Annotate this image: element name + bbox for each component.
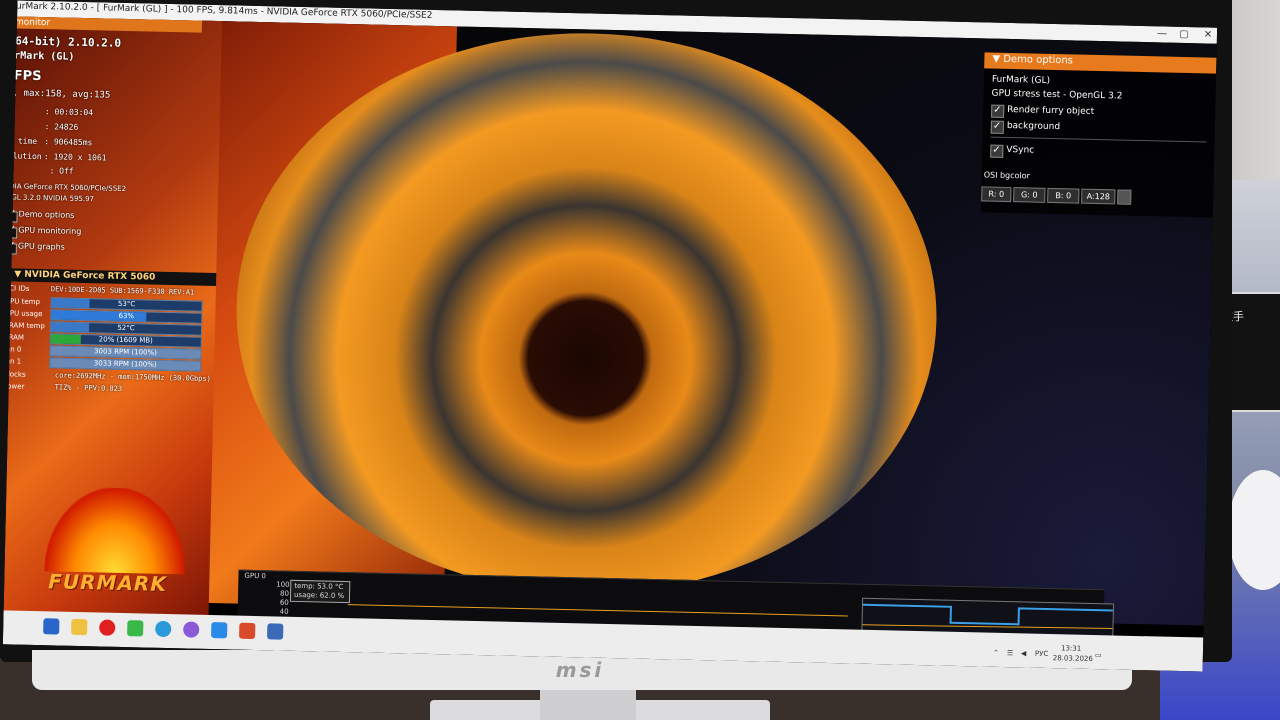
- volume-icon[interactable]: ◀: [1021, 649, 1027, 657]
- app-version: (64-bit) 2.10.2.0: [8, 34, 122, 50]
- osi-bgcolor-r-field[interactable]: R: 0: [981, 186, 1012, 203]
- tray-language[interactable]: РУС: [1035, 650, 1049, 658]
- gpu-graph-y-tick: 100: [276, 580, 290, 589]
- furmark-taskbar-icon[interactable]: [239, 622, 256, 640]
- gpu-graph-y-tick: 60: [279, 598, 289, 607]
- check-icon: ✓: [992, 120, 1002, 132]
- vsync-value: : Off: [49, 166, 74, 176]
- check-icon: ✓: [992, 144, 1001, 156]
- osi-bgcolor-g-field[interactable]: G: 0: [1013, 187, 1046, 203]
- check-icon: ✓: [993, 104, 1002, 116]
- demo-options-name: FurMark (GL): [991, 74, 1051, 86]
- osi-bgcolor-label: OSI bgcolor: [983, 170, 1030, 181]
- tray-chevron-icon[interactable]: ⌃: [993, 649, 999, 657]
- render-furry-checkbox[interactable]: ✓: [991, 104, 1005, 118]
- fps-label: FPS: [13, 68, 42, 85]
- gpu-graph-legend-temp: temp: 53.0 °C: [294, 581, 344, 592]
- frametime-value: : 906485ms: [44, 137, 93, 148]
- osi-bgcolor-b-field[interactable]: B: 0: [1047, 187, 1080, 204]
- demo-name: urMark (GL): [8, 50, 75, 63]
- vsync-checkbox[interactable]: ✓: [990, 144, 1004, 158]
- gpu-monitoring-toggle-label[interactable]: GPU monitoring: [18, 226, 81, 236]
- background-checkbox[interactable]: ✓: [990, 120, 1004, 134]
- furmark-logo-text: FURMARK: [48, 569, 168, 597]
- nvidia-app-icon[interactable]: [127, 620, 144, 637]
- gpu-graph-legend-usage: usage: 62.0 %: [293, 590, 345, 601]
- close-button[interactable]: ✕: [1199, 27, 1217, 43]
- tray-time[interactable]: 13:31: [1061, 644, 1081, 652]
- file-explorer-icon[interactable]: [71, 618, 88, 636]
- vsync-label[interactable]: VSync: [1006, 145, 1034, 156]
- time-value: : 00:03:04: [44, 107, 94, 118]
- gpu-graph-title: GPU 0: [244, 571, 267, 581]
- furmark-flame-icon: [44, 486, 187, 575]
- network-icon[interactable]: ☰: [1007, 649, 1013, 657]
- gpu-graph-y-tick: 80: [279, 589, 290, 598]
- resolution-value: : 1920 x 1061: [43, 152, 107, 163]
- notification-icon[interactable]: ▭: [1095, 651, 1102, 659]
- active-window-icon[interactable]: [267, 623, 284, 640]
- osi-bgcolor-a-field[interactable]: A:128: [1081, 188, 1116, 205]
- render-furry-label[interactable]: Render furry object: [1007, 105, 1094, 117]
- demo-options-toggle-label[interactable]: Demo options: [19, 210, 75, 220]
- gpu-graphs-toggle-label[interactable]: GPU graphs: [18, 242, 65, 252]
- background-label[interactable]: background: [1007, 121, 1060, 132]
- frames-value: : 24826: [44, 122, 79, 132]
- tray-date[interactable]: 28.03.2026: [1053, 654, 1093, 663]
- gpu-graph-y-tick: 40: [279, 607, 289, 616]
- monitor-brand-logo: msi: [555, 658, 605, 682]
- power-value: TIZ% - PPV:0.823: [54, 383, 123, 393]
- minimize-button[interactable]: —: [1153, 26, 1171, 42]
- monitor-screen: FurMark 2.10.2.0 - [ FurMark (GL) ] - 10…: [2, 0, 1218, 672]
- monitor-stand: [540, 688, 636, 720]
- start-icon[interactable]: [43, 618, 60, 635]
- color-picker-icon[interactable]: [1117, 189, 1132, 205]
- maximize-button[interactable]: ▢: [1175, 27, 1193, 43]
- usage-line: [862, 603, 1113, 626]
- app-icon[interactable]: [211, 622, 228, 639]
